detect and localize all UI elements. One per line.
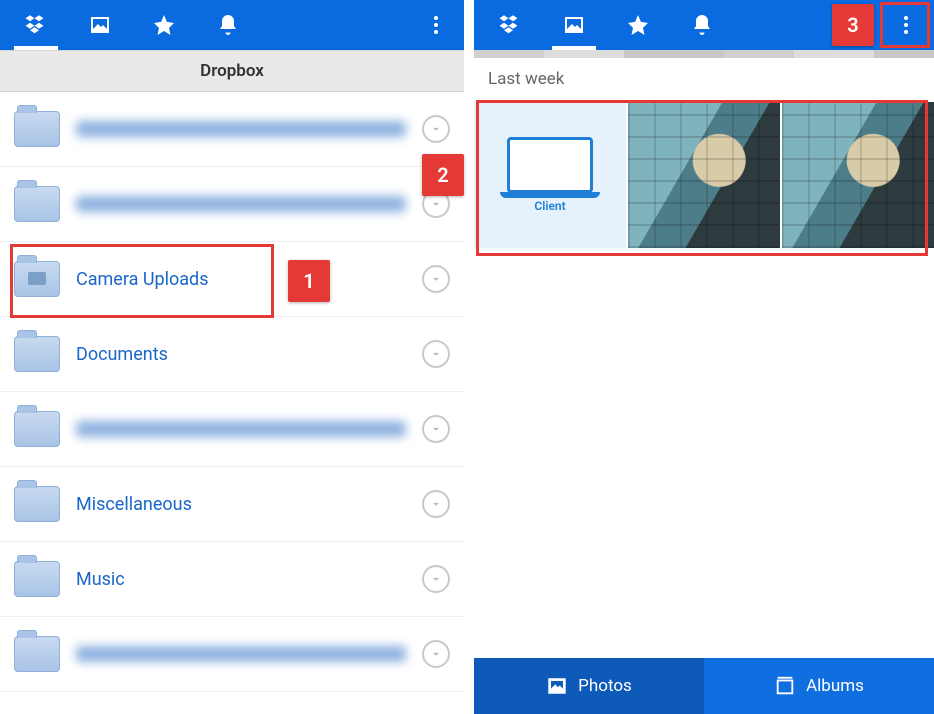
section-header: Dropbox (0, 50, 464, 92)
folder-label: Miscellaneous (76, 494, 406, 515)
folder-row[interactable] (0, 617, 464, 692)
folder-camera-icon (14, 261, 60, 297)
more-vert-icon (894, 13, 918, 37)
photo-row: Client (474, 100, 934, 250)
client-label: Client (534, 199, 565, 213)
tab-favorites[interactable] (608, 0, 668, 50)
folder-label-blurred (76, 196, 406, 212)
expand-button[interactable] (422, 340, 450, 368)
bell-icon (690, 13, 714, 37)
gallery-section-label: Last week (474, 58, 934, 100)
tab-notifications[interactable] (672, 0, 732, 50)
expand-button[interactable] (422, 640, 450, 668)
folder-row[interactable] (0, 392, 464, 467)
bell-icon (216, 13, 240, 37)
folder-icon (14, 111, 60, 147)
expand-button[interactable] (422, 565, 450, 593)
expand-button[interactable] (422, 115, 450, 143)
folder-icon (14, 486, 60, 522)
folder-label: Camera Uploads (76, 269, 406, 290)
screen-files: Dropbox Camera Uploads Documents (0, 0, 464, 714)
folder-row[interactable]: Miscellaneous (0, 467, 464, 542)
folder-label-blurred (76, 421, 406, 437)
chevron-down-icon (429, 197, 443, 211)
picture-icon (88, 13, 112, 37)
callout-2-label: 2 (437, 163, 448, 187)
tab-dropbox[interactable] (480, 0, 540, 50)
tab-favorites[interactable] (134, 0, 194, 50)
tab-photos[interactable] (544, 0, 604, 50)
bottom-tab-albums-label: Albums (806, 676, 864, 696)
bottom-tab-albums[interactable]: Albums (704, 658, 934, 714)
dropbox-icon (498, 13, 522, 37)
albums-icon (774, 675, 796, 697)
star-icon (626, 13, 650, 37)
folder-icon (14, 561, 60, 597)
callout-3-label: 3 (847, 13, 858, 37)
thumbnail-photo[interactable] (628, 102, 780, 248)
laptop-icon (507, 137, 593, 193)
callout-2: 2 (422, 154, 464, 196)
folder-row[interactable] (0, 92, 464, 167)
more-vert-icon (424, 13, 448, 37)
folder-label-blurred (76, 121, 406, 137)
thumbnail-client[interactable]: Client (474, 102, 626, 248)
gallery-blank-area (474, 250, 934, 658)
chevron-down-icon (429, 347, 443, 361)
expand-button[interactable] (422, 265, 450, 293)
bottom-tabs: Photos Albums (474, 658, 934, 714)
callout-1: 1 (288, 260, 330, 302)
section-label-text: Last week (488, 69, 564, 89)
star-icon (152, 13, 176, 37)
folder-row[interactable] (0, 167, 464, 242)
bottom-tab-photos-label: Photos (578, 676, 632, 696)
screen-gallery: Last week Client Photos Albums 3 (474, 0, 934, 714)
folder-icon (14, 186, 60, 222)
chevron-down-icon (429, 122, 443, 136)
folder-row-camera-uploads[interactable]: Camera Uploads (0, 242, 464, 317)
chevron-down-icon (429, 497, 443, 511)
tab-notifications[interactable] (198, 0, 258, 50)
chevron-down-icon (429, 572, 443, 586)
overflow-menu-right[interactable] (884, 3, 928, 47)
callout-1-label: 1 (303, 269, 314, 293)
expand-button[interactable] (422, 490, 450, 518)
topbar-left (0, 0, 464, 50)
tab-photos[interactable] (70, 0, 130, 50)
photo-strip-prev (474, 50, 934, 58)
folder-icon (14, 411, 60, 447)
section-title: Dropbox (200, 61, 264, 81)
callout-3: 3 (832, 4, 874, 46)
folder-row[interactable]: Music (0, 542, 464, 617)
chevron-down-icon (429, 647, 443, 661)
picture-icon (562, 13, 586, 37)
chevron-down-icon (429, 422, 443, 436)
chevron-down-icon (429, 272, 443, 286)
dropbox-icon (24, 13, 48, 37)
tab-dropbox[interactable] (6, 0, 66, 50)
expand-button[interactable] (422, 415, 450, 443)
folder-row[interactable]: Documents (0, 317, 464, 392)
folder-label: Documents (76, 344, 406, 365)
folder-label-blurred (76, 646, 406, 662)
picture-icon (546, 675, 568, 697)
folder-list[interactable]: Camera Uploads Documents Miscellaneous M… (0, 92, 464, 714)
bottom-tab-photos[interactable]: Photos (474, 658, 704, 714)
folder-label: Music (76, 569, 406, 590)
folder-icon (14, 336, 60, 372)
overflow-menu-left[interactable] (414, 3, 458, 47)
folder-icon (14, 636, 60, 672)
thumbnail-photo[interactable] (782, 102, 934, 248)
